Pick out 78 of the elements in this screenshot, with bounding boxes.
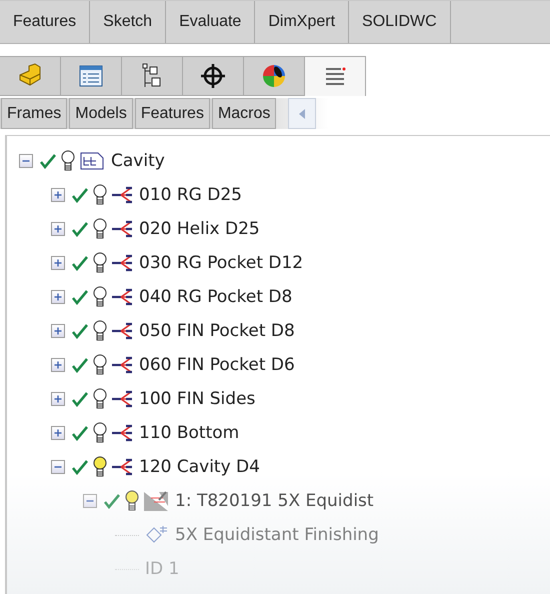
target-tab[interactable] [183, 56, 244, 96]
plus-icon [52, 291, 64, 303]
plus-icon [52, 189, 64, 201]
sub-tab[interactable]: Features [134, 98, 210, 129]
check-icon[interactable] [71, 323, 89, 339]
check-icon[interactable] [71, 459, 89, 475]
tree-item-label[interactable]: 100 FIN Sides [139, 389, 256, 409]
check-icon[interactable] [71, 289, 89, 305]
list-tab[interactable] [305, 56, 366, 96]
bulb-icon[interactable] [93, 218, 107, 240]
expander-button[interactable] [19, 154, 33, 168]
part-tab[interactable] [0, 56, 61, 96]
list-window-icon [78, 63, 104, 89]
tree-item-label[interactable]: 030 RG Pocket D12 [139, 253, 304, 273]
check-icon[interactable] [103, 493, 121, 509]
bulb-icon[interactable] [93, 354, 107, 376]
expander-button[interactable] [51, 222, 65, 236]
bulb-icon[interactable] [93, 422, 107, 444]
tree-item-label[interactable]: 110 Bottom [139, 423, 240, 443]
expander-button[interactable] [51, 290, 65, 304]
expander-button[interactable] [51, 460, 65, 474]
branch-icon [111, 355, 133, 375]
branch-icon [111, 457, 133, 477]
expander-button[interactable] [51, 256, 65, 270]
property-tab[interactable] [61, 56, 122, 96]
sub-tab[interactable]: Frames [1, 98, 68, 129]
expander-button[interactable] [51, 188, 65, 202]
plus-icon [52, 325, 64, 337]
expander-button[interactable] [51, 324, 65, 338]
branch-icon [111, 253, 133, 273]
check-icon[interactable] [39, 153, 57, 169]
bulb-icon[interactable] [93, 184, 107, 206]
branch-icon [111, 219, 133, 239]
config-tab[interactable] [122, 56, 183, 96]
expander-button[interactable] [83, 494, 97, 508]
expander-button[interactable] [51, 426, 65, 440]
bulb-icon[interactable] [93, 252, 107, 274]
tree-item-label[interactable]: 5X Equidistant Finishing [175, 525, 379, 545]
color-ball-icon [261, 63, 287, 89]
toolpath-icon [143, 490, 169, 512]
check-icon[interactable] [71, 425, 89, 441]
bulb-icon[interactable] [125, 490, 139, 512]
plus-icon [52, 359, 64, 371]
tree-item-label[interactable]: 060 FIN Pocket D6 [139, 355, 295, 375]
check-icon[interactable] [71, 357, 89, 373]
check-icon[interactable] [71, 221, 89, 237]
bulb-icon[interactable] [61, 150, 75, 172]
plus-icon [52, 257, 64, 269]
tree-item-label[interactable]: 010 RG D25 [139, 185, 242, 205]
sub-tab[interactable]: Macros [212, 98, 276, 129]
tree-item-label[interactable]: 050 FIN Pocket D8 [139, 321, 295, 341]
tree-item-label[interactable]: 020 Helix D25 [139, 219, 260, 239]
branch-icon [111, 389, 133, 409]
branch-icon [111, 185, 133, 205]
branch-icon [111, 423, 133, 443]
tree-item-label[interactable]: Cavity [111, 151, 165, 171]
document-icon [79, 151, 105, 171]
appearance-tab[interactable] [244, 56, 305, 96]
bulb-icon[interactable] [93, 320, 107, 342]
check-icon[interactable] [71, 391, 89, 407]
sub-tab[interactable]: Models [69, 98, 133, 129]
branch-icon [111, 287, 133, 307]
tree-item-label[interactable]: 040 RG Pocket D8 [139, 287, 292, 307]
tree-item-label[interactable]: 1: T820191 5X Equidist [175, 491, 374, 511]
bulb-icon[interactable] [93, 286, 107, 308]
plus-icon [52, 427, 64, 439]
expander-button[interactable] [51, 358, 65, 372]
plus-icon [52, 393, 64, 405]
bulb-icon[interactable] [93, 456, 107, 478]
bulb-icon[interactable] [93, 388, 107, 410]
branch-icon [111, 321, 133, 341]
expander-button[interactable] [51, 392, 65, 406]
check-icon[interactable] [71, 187, 89, 203]
arrow-left-icon [298, 108, 306, 118]
plus-icon [52, 223, 64, 235]
crosshair-icon [200, 63, 226, 89]
check-icon[interactable] [71, 255, 89, 271]
tree-item-label[interactable]: 120 Cavity D4 [139, 457, 260, 477]
